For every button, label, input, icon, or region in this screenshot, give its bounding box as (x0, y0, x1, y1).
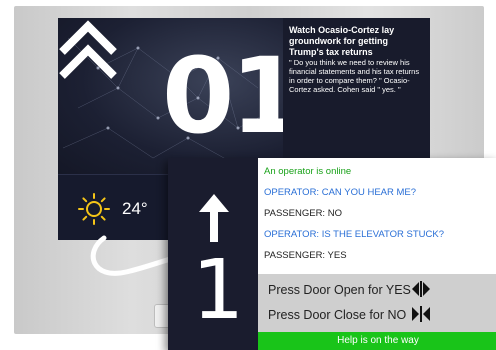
floor-number-small: 1 (192, 243, 245, 338)
chat-message: PASSENGER: NO (264, 208, 342, 219)
sun-icon (78, 193, 110, 225)
news-headline: Watch Ocasio-Cortez lay groundwork for g… (289, 25, 395, 57)
chat-message: OPERATOR: CAN YOU HEAR ME? (264, 187, 417, 198)
news-panel: Watch Ocasio-Cortez lay groundwork for g… (283, 18, 430, 174)
chat-message: An operator is online (264, 166, 352, 177)
door-close-prompt: Press Door Close for NO (268, 308, 407, 322)
floor-number-large: 01 (162, 35, 303, 157)
response-prompts: Press Door Open for YES Press Door Close… (258, 274, 496, 332)
temperature-text: 24° (122, 199, 148, 218)
chat-log: An operator is online OPERATOR: CAN YOU … (258, 158, 496, 274)
door-close-icon (412, 306, 430, 322)
chat-message: PASSENGER: YES (264, 250, 347, 261)
double-chevron-up-icon (59, 20, 117, 79)
floor-indicator: 1 (168, 158, 258, 350)
arrow-up-icon (199, 194, 229, 242)
status-bar: Help is on the way (258, 332, 496, 350)
floor-background: 01 (58, 18, 303, 174)
door-open-icon (412, 281, 430, 297)
chat-message: OPERATOR: IS THE ELEVATOR STUCK? (264, 229, 445, 240)
door-open-prompt: Press Door Open for YES (268, 283, 411, 297)
emergency-call-screen: 1 An operator is online OPERATOR: CAN YO… (168, 158, 496, 350)
news-body: " Do you think we need to review his fin… (289, 58, 420, 94)
